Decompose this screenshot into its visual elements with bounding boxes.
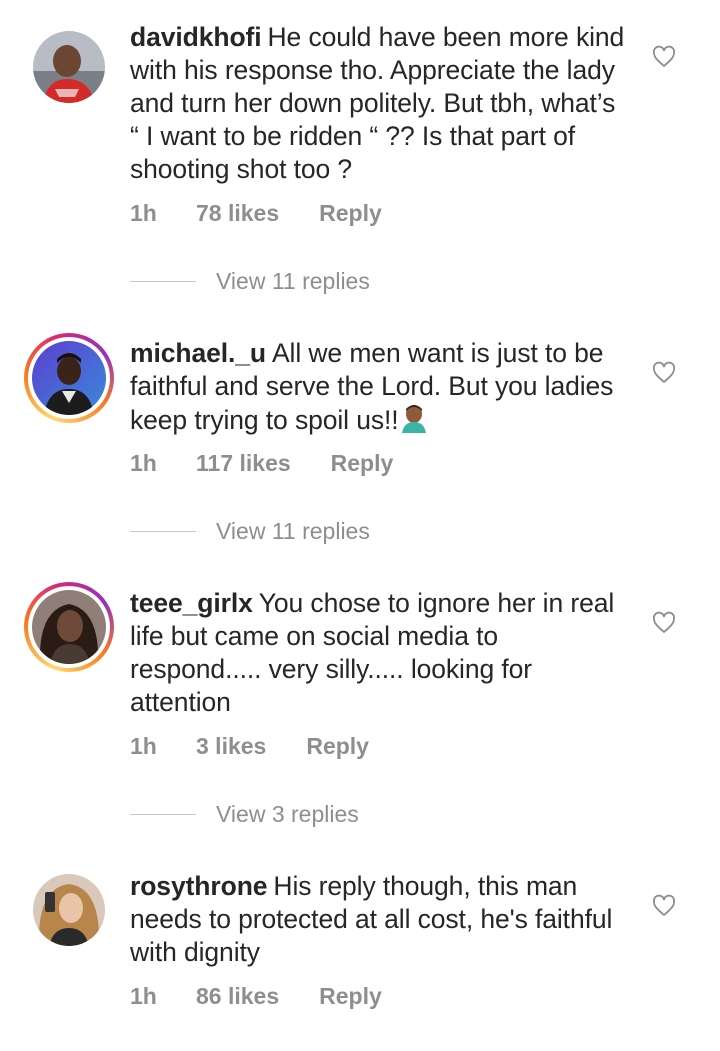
comment-username[interactable]: teee_girlx	[130, 588, 253, 618]
comment-text: rosythrone His reply though, this man nee…	[130, 870, 630, 969]
comment-time: 1h	[130, 200, 157, 226]
view-replies-button[interactable]: View 11 replies	[130, 518, 370, 545]
comment-text: michael._u All we men want is just to be …	[130, 337, 630, 437]
comment-likes[interactable]: 78 likes	[196, 200, 279, 227]
comment-username[interactable]: davidkhofi	[130, 22, 262, 52]
comment-meta: 1h 78 likes Reply	[130, 200, 382, 227]
view-replies-button[interactable]: View 11 replies	[130, 268, 370, 295]
divider	[130, 280, 196, 283]
avatar[interactable]	[24, 22, 114, 112]
avatar[interactable]	[24, 333, 114, 423]
comment-meta: 1h 3 likes Reply	[130, 733, 369, 760]
avatar[interactable]	[24, 865, 114, 955]
view-replies-label: View 3 replies	[216, 801, 359, 827]
comment-meta: 1h 86 likes Reply	[130, 983, 382, 1010]
view-replies-button[interactable]: View 3 replies	[130, 801, 359, 828]
comment-likes[interactable]: 117 likes	[196, 450, 291, 477]
comment-time: 1h	[130, 733, 157, 759]
comment-username[interactable]: rosythrone	[130, 871, 268, 901]
reply-button[interactable]: Reply	[319, 983, 382, 1010]
reply-button[interactable]: Reply	[306, 733, 369, 760]
comment-likes[interactable]: 3 likes	[196, 733, 266, 760]
avatar[interactable]	[24, 582, 114, 672]
view-replies-label: View 11 replies	[216, 268, 370, 294]
like-heart-icon[interactable]	[652, 894, 676, 918]
reply-button[interactable]: Reply	[319, 200, 382, 227]
comment-meta: 1h 117 likes Reply	[130, 450, 393, 477]
comment-text: teee_girlx You chose to ignore her in rea…	[130, 587, 630, 719]
man-facepalming-emoji-icon	[401, 405, 426, 433]
like-heart-icon[interactable]	[652, 45, 676, 69]
comment-username[interactable]: michael._u	[130, 338, 266, 368]
like-heart-icon[interactable]	[652, 361, 676, 385]
view-replies-label: View 11 replies	[216, 518, 370, 544]
like-heart-icon[interactable]	[652, 611, 676, 635]
divider	[130, 530, 196, 533]
comment-time: 1h	[130, 450, 157, 476]
comment-time: 1h	[130, 983, 157, 1009]
comment-text: davidkhofi He could have been more kind w…	[130, 21, 630, 186]
comment-likes[interactable]: 86 likes	[196, 983, 279, 1010]
divider	[130, 813, 196, 816]
reply-button[interactable]: Reply	[331, 450, 394, 477]
